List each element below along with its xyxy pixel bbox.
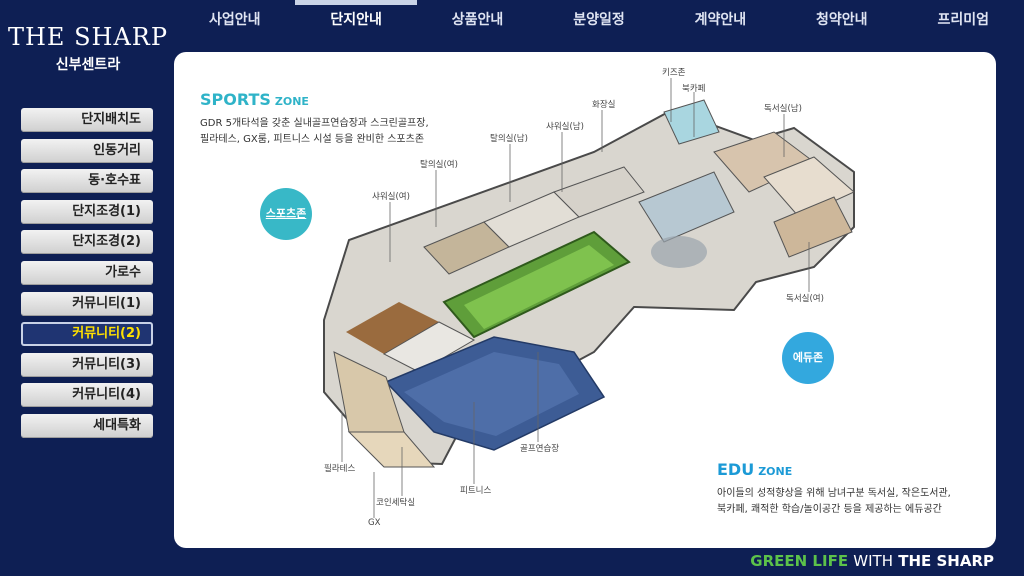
- label-golf-range: 골프연습장: [520, 444, 560, 454]
- label-shower-female: 샤워실(여): [372, 192, 410, 202]
- footer-slogan: GREEN LIFE WITH THE SHARP: [750, 552, 994, 570]
- top-nav: 사업안내 단지안내 상품안내 분양일정 계약안내 청약안내 프리미엄: [174, 0, 1024, 48]
- sports-desc-line-2: 필라테스, GX룸, 피트니스 시설 등을 완비한 스포츠존: [200, 134, 425, 145]
- tab-schedule[interactable]: 분양일정: [538, 0, 659, 48]
- side-nav: 단지배치도 인동거리 동·호수표 단지조경(1) 단지조경(2) 가로수 커뮤니…: [21, 108, 153, 445]
- logo-brand: THE SHARP: [7, 23, 168, 51]
- tab-contract[interactable]: 계약안내: [660, 0, 781, 48]
- tab-premium[interactable]: 프리미엄: [903, 0, 1024, 48]
- label-shower-male: 샤워실(남): [546, 122, 584, 132]
- tab-product[interactable]: 상품안내: [417, 0, 538, 48]
- sports-zone-badge[interactable]: 스포츠존: [260, 188, 312, 240]
- tab-subscription[interactable]: 청약안내: [781, 0, 902, 48]
- sidebar-item-unit-special[interactable]: 세대특화: [21, 413, 153, 438]
- sidebar-item-community-3[interactable]: 커뮤니티(3): [21, 352, 153, 377]
- sports-title-main: SPORTS: [200, 90, 271, 109]
- sports-zone-badge-label: 스포츠존: [265, 207, 307, 220]
- tab-complex[interactable]: 단지안내: [295, 0, 418, 48]
- sidebar-item-landscape-1[interactable]: 단지조경(1): [21, 199, 153, 224]
- sports-zone-description: GDR 5개타석을 갖춘 실내골프연습장과 스크린골프장, 필라테스, GX룸,…: [200, 116, 470, 148]
- label-restroom: 화장실: [592, 100, 616, 110]
- sidebar-item-building-distance[interactable]: 인동거리: [21, 138, 153, 163]
- sidebar-item-community-1[interactable]: 커뮤니티(1): [21, 291, 153, 316]
- sports-zone-title: SPORTS ZONE: [200, 90, 309, 109]
- label-study-room-female: 독서실(여): [786, 294, 824, 304]
- logo[interactable]: THE SHARP 신부센트라: [0, 22, 176, 74]
- sidebar-item-site-plan[interactable]: 단지배치도: [21, 108, 153, 132]
- edu-zone-title: EDU ZONE: [717, 460, 792, 479]
- label-locker-female: 탈의실(여): [420, 160, 458, 170]
- label-fitness: 피트니스: [460, 486, 492, 496]
- sidebar-item-unit-table[interactable]: 동·호수표: [21, 169, 153, 194]
- edu-zone-description: 아이들의 성적향상을 위해 남녀구분 독서실, 작은도서관, 북카페, 쾌적한 …: [717, 486, 987, 518]
- sports-title-small: ZONE: [274, 95, 309, 108]
- label-gx: GX: [368, 518, 381, 528]
- footer-green-life: GREEN LIFE: [750, 552, 849, 570]
- edu-desc-line-2: 북카페, 쾌적한 학습/놀이공간 등을 제공하는 에듀공간: [717, 504, 942, 515]
- edu-title-main: EDU: [717, 460, 755, 479]
- label-coin-laundry: 코인세탁실: [376, 498, 416, 508]
- sports-desc-line-1: GDR 5개타석을 갖춘 실내골프연습장과 스크린골프장,: [200, 118, 429, 129]
- sidebar-item-landscape-2[interactable]: 단지조경(2): [21, 230, 153, 255]
- logo-sub: 신부센트라: [55, 57, 121, 73]
- label-pilates: 필라테스: [324, 464, 356, 474]
- label-book-cafe: 북카페: [682, 84, 706, 94]
- label-kids-zone: 키즈존: [662, 68, 686, 78]
- community-panel: SPORTS ZONE GDR 5개타석을 갖춘 실내골프연습장과 스크린골프장,…: [174, 52, 996, 548]
- label-study-room-male: 독서실(남): [764, 104, 802, 114]
- tab-business[interactable]: 사업안내: [174, 0, 295, 48]
- footer-with: WITH: [853, 552, 893, 570]
- footer-the-sharp: THE SHARP: [898, 552, 994, 570]
- label-locker-male: 탈의실(남): [490, 134, 528, 144]
- edu-title-small: ZONE: [758, 465, 793, 478]
- edu-desc-line-1: 아이들의 성적향상을 위해 남녀구분 독서실, 작은도서관,: [717, 488, 951, 499]
- edu-zone-badge[interactable]: 에듀존: [782, 332, 834, 384]
- sidebar-item-community-2[interactable]: 커뮤니티(2): [21, 322, 153, 347]
- sidebar-item-street-trees[interactable]: 가로수: [21, 260, 153, 285]
- sidebar-item-community-4[interactable]: 커뮤니티(4): [21, 383, 153, 408]
